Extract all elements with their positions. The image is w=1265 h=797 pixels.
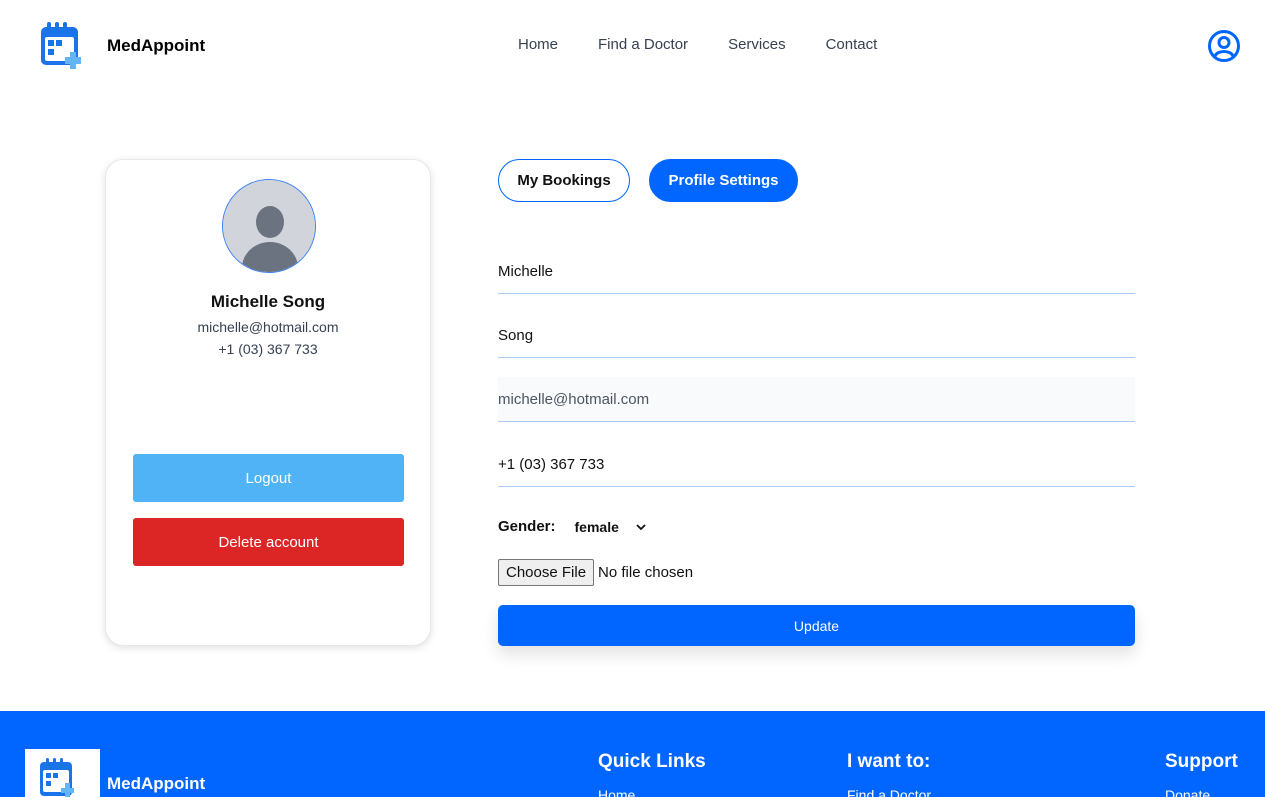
tab-profile-settings[interactable]: Profile Settings (649, 159, 798, 202)
nav-find-doctor[interactable]: Find a Doctor (598, 36, 688, 53)
nav-home[interactable]: Home (518, 36, 558, 53)
footer-brand[interactable]: MedAppoint (107, 774, 205, 794)
user-circle-icon[interactable] (1207, 29, 1241, 68)
gender-value: female (574, 518, 619, 535)
footer-logo-icon[interactable] (25, 749, 100, 797)
choose-file-button[interactable]: Choose File (498, 559, 595, 586)
profile-name: Michelle Song (210, 292, 326, 311)
site-footer: MedAppoint Quick Links Home I want to: F… (0, 711, 1265, 797)
profile-email: michelle@hotmail.com (197, 319, 339, 335)
nav-services[interactable]: Services (728, 36, 786, 53)
phone-input[interactable] (498, 442, 1135, 487)
logo-icon[interactable] (38, 19, 84, 71)
logout-button[interactable]: Logout (133, 454, 404, 502)
footer-link-find-doctor[interactable]: Find a Doctor (847, 787, 931, 797)
footer-support: Support Donate (1165, 751, 1238, 797)
footer-link-home[interactable]: Home (598, 787, 706, 797)
brand-name[interactable]: MedAppoint (107, 36, 205, 56)
update-button[interactable]: Update (498, 605, 1135, 646)
profile-phone: +1 (03) 367 733 (218, 341, 318, 357)
gender-row: Gender: female (498, 518, 647, 535)
file-status: No file chosen (598, 564, 694, 581)
gender-select[interactable]: female (575, 519, 647, 535)
delete-account-button[interactable]: Delete account (133, 518, 404, 566)
last-name-input[interactable] (498, 313, 1135, 358)
chevron-down-icon (636, 523, 646, 530)
footer-link-donate[interactable]: Donate (1165, 787, 1238, 797)
profile-card: Michelle Song michelle@hotmail.com +1 (0… (105, 159, 431, 646)
file-upload: Choose File No file chosen (498, 559, 693, 586)
gender-label: Gender: (498, 518, 556, 535)
nav-contact[interactable]: Contact (826, 36, 878, 53)
site-header: MedAppoint Home Find a Doctor Services C… (0, 0, 1265, 92)
first-name-input[interactable] (498, 249, 1135, 294)
main-nav: Home Find a Doctor Services Contact (518, 36, 877, 53)
footer-col-title: Support (1165, 751, 1238, 772)
footer-quick-links: Quick Links Home (598, 751, 706, 797)
tab-my-bookings[interactable]: My Bookings (498, 159, 630, 202)
default-avatar-icon (222, 179, 316, 273)
footer-i-want-to: I want to: Find a Doctor (847, 751, 931, 797)
email-field[interactable] (498, 377, 1135, 422)
footer-col-title: Quick Links (598, 751, 706, 772)
footer-col-title: I want to: (847, 751, 931, 772)
